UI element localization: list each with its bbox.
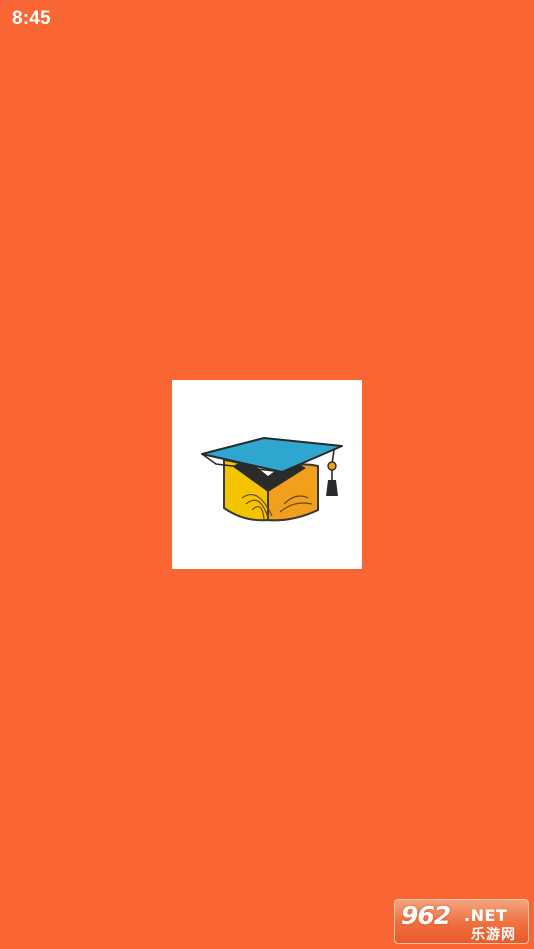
watermark-number: 962 [401, 901, 451, 930]
splash-screen: 8:45 962 .NET 乐游网 [0, 0, 534, 949]
watermark-tld: .NET [464, 906, 508, 925]
watermark-site-name: 乐游网 [471, 927, 516, 943]
status-bar: 8:45 [0, 0, 534, 38]
app-logo [172, 380, 362, 569]
graduation-cap-book-icon [201, 437, 343, 522]
watermark-badge: 962 .NET 乐游网 [394, 899, 529, 944]
status-time: 8:45 [12, 8, 51, 29]
